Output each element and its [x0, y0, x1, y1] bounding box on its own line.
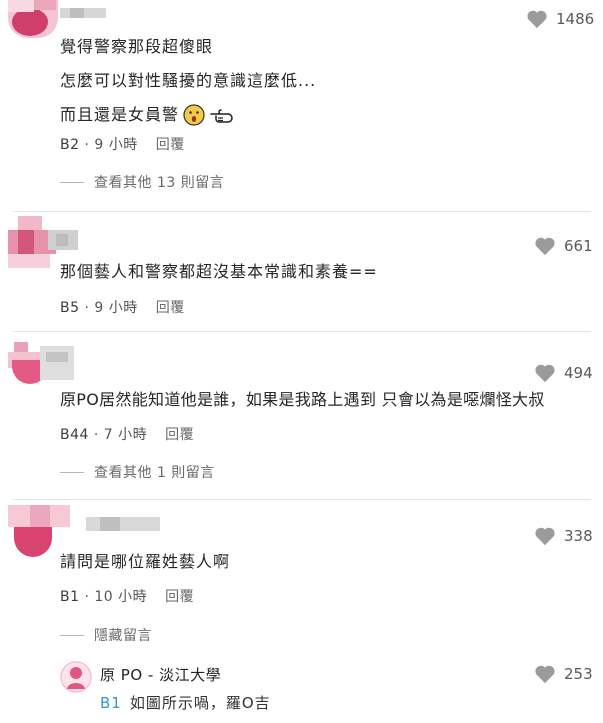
- comment-line: 原PO居然能知道他是誰，如果是我路上遇到 只會以為是噁爛怪大叔: [60, 390, 545, 409]
- post-time: 7 小時: [103, 427, 148, 443]
- op-avatar[interactable]: [60, 661, 92, 693]
- like-button[interactable]: 1486: [526, 9, 594, 29]
- heart-icon: [535, 665, 555, 684]
- view-more-replies[interactable]: 查看其他 13 則留言: [60, 172, 224, 192]
- line-icon: [60, 181, 84, 183]
- blurred-username[interactable]: [48, 230, 78, 250]
- blurred-username[interactable]: [60, 6, 106, 22]
- heart-icon: [535, 364, 555, 383]
- view-more-label[interactable]: 查看其他 13 則留言: [94, 172, 224, 192]
- pointing-hand-icon: [210, 109, 233, 123]
- hide-replies[interactable]: 隱藏留言: [60, 625, 152, 645]
- like-count: 1486: [556, 10, 595, 28]
- blurred-username[interactable]: [40, 346, 74, 380]
- comment-body: 覺得警察那段超傻眼 怎麼可以對性騷擾的意識這麼低... 而且還是女員警: [60, 33, 316, 129]
- like-button[interactable]: 661: [534, 236, 593, 256]
- like-count: 494: [564, 364, 593, 382]
- comment-meta: B44 · 7 小時 回覆: [60, 424, 194, 444]
- comment-body: 請問是哪位羅姓藝人啊: [60, 548, 230, 576]
- view-more-label[interactable]: 查看其他 1 則留言: [94, 462, 215, 482]
- blurred-username[interactable]: [86, 515, 160, 535]
- avatar[interactable]: [8, 0, 58, 38]
- floor-number[interactable]: B1: [60, 589, 80, 605]
- like-count: 661: [564, 237, 593, 255]
- comment-body: 那個藝人和警察都超沒基本常識和素養==: [60, 258, 378, 286]
- comment-meta: B2 · 9 小時 回覆: [60, 134, 185, 154]
- floor-number[interactable]: B44: [60, 427, 89, 443]
- heart-icon: [535, 527, 555, 546]
- floor-tag-link[interactable]: B1: [100, 694, 122, 712]
- line-icon: [60, 634, 84, 636]
- reply-button[interactable]: 回覆: [165, 424, 194, 444]
- comment-meta: B1 · 10 小時 回覆: [60, 586, 194, 606]
- comment-divider: [12, 211, 591, 212]
- floor-number[interactable]: B2: [60, 137, 80, 153]
- comment-line: 而且還是女員警: [60, 105, 180, 124]
- floor-number[interactable]: B5: [60, 300, 80, 316]
- like-count: 338: [564, 527, 593, 545]
- comment-divider: [12, 331, 591, 332]
- post-time: 9 小時: [94, 137, 138, 153]
- like-count: 253: [564, 665, 593, 683]
- reply-button[interactable]: 回覆: [156, 134, 185, 154]
- comment-line: 怎麼可以對性騷擾的意識這麼低...: [60, 71, 317, 90]
- comment-meta: B5 · 9 小時 回覆: [60, 297, 185, 317]
- op-author-name[interactable]: 原 PO - 淡江大學: [100, 664, 221, 685]
- person-silhouette-icon: [60, 661, 92, 693]
- op-reply-text: 如圖所示喎，羅O吉: [129, 694, 271, 712]
- surprised-face-icon: [183, 104, 205, 126]
- op-reply-body: B1 如圖所示喎，羅O吉: [100, 692, 271, 713]
- comment-line: 請問是哪位羅姓藝人啊: [60, 552, 231, 571]
- like-button[interactable]: 338: [534, 526, 593, 546]
- heart-icon: [535, 237, 555, 256]
- post-time: 9 小時: [94, 300, 138, 316]
- comment-divider: [12, 499, 591, 500]
- like-button[interactable]: 253: [534, 664, 593, 684]
- heart-icon: [527, 10, 547, 29]
- comment-line: 覺得警察那段超傻眼: [60, 37, 214, 56]
- line-icon: [60, 471, 84, 473]
- post-time: 10 小時: [94, 589, 148, 605]
- reply-button[interactable]: 回覆: [156, 297, 185, 317]
- comment-body: 原PO居然能知道他是誰，如果是我路上遇到 只會以為是噁爛怪大叔: [60, 386, 545, 414]
- comment-line: 那個藝人和警察都超沒基本常識和素養==: [60, 262, 378, 281]
- hide-replies-label[interactable]: 隱藏留言: [94, 625, 152, 645]
- like-button[interactable]: 494: [534, 363, 593, 383]
- view-more-replies[interactable]: 查看其他 1 則留言: [60, 462, 215, 482]
- reply-button[interactable]: 回覆: [165, 586, 194, 606]
